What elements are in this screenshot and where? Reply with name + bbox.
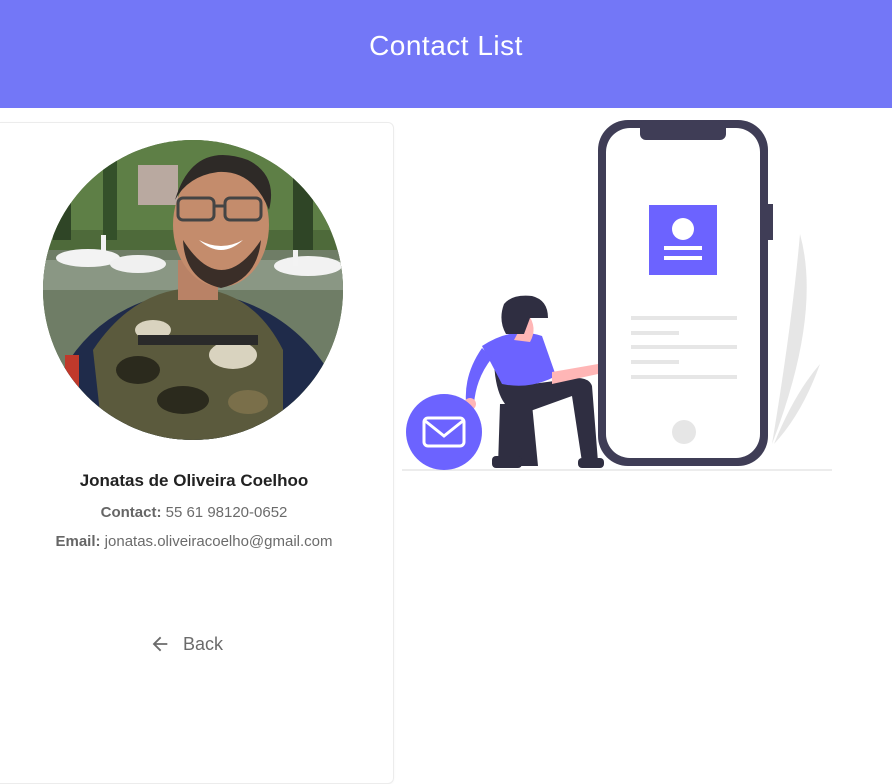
contact-phone-value: 55 61 98120-0652 [165,504,288,521]
contacts-illustration [402,120,832,471]
arrow-left-icon [152,636,168,652]
app-header: Contact List [0,0,892,108]
page-title: Contact List [369,30,523,61]
back-button[interactable]: Back [149,630,249,658]
contact-email-label: Email: [55,533,101,550]
contact-phone-line: Contact: 55 61 98120-0652 [0,504,393,521]
contact-avatar [43,140,343,440]
contact-detail-card: Jonatas de Oliveira Coelhoo Contact: 55 … [0,122,394,784]
contact-email-value: jonatas.oliveiracoelho@gmail.com [104,533,333,550]
contact-name: Jonatas de Oliveira Coelhoo [79,471,309,490]
contact-phone-label: Contact: [100,504,162,521]
contact-email-line: Email: jonatas.oliveiracoelho@gmail.com [0,533,393,550]
back-button-label: Back [183,633,224,654]
